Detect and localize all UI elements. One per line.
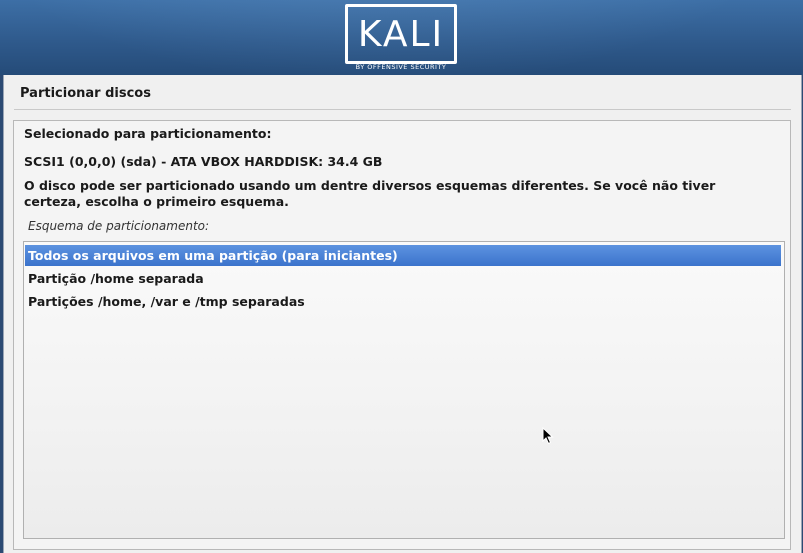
installer-screen: KALI BY OFFENSIVE SECURITY Particionar d…	[0, 0, 803, 553]
mouse-cursor-icon	[542, 427, 554, 445]
installer-panel: Particionar discos Selecionado para part…	[3, 75, 802, 553]
content-frame: Selecionado para particionamento: SCSI1 …	[13, 120, 791, 550]
partition-scheme-list[interactable]: Todos os arquivos em uma partição (para …	[23, 241, 785, 539]
kali-logo: KALI BY OFFENSIVE SECURITY	[345, 4, 457, 71]
page-title: Particionar discos	[20, 86, 151, 101]
disk-info: SCSI1 (0,0,0) (sda) - ATA VBOX HARDDISK:…	[24, 154, 383, 169]
partition-prompt: O disco pode ser particionado usando um …	[24, 178, 716, 209]
header-banner: KALI BY OFFENSIVE SECURITY	[0, 0, 803, 75]
list-item-separate-home-var-tmp[interactable]: Partições /home, /var e /tmp separadas	[25, 291, 781, 312]
list-item-separate-home[interactable]: Partição /home separada	[25, 268, 781, 289]
schema-label: Esquema de particionamento:	[28, 219, 210, 233]
list-item-all-in-one[interactable]: Todos os arquivos em uma partição (para …	[25, 245, 781, 266]
title-divider	[14, 109, 791, 110]
logo-text: KALI	[357, 14, 445, 55]
logo-frame: KALI	[345, 4, 457, 64]
logo-subtitle: BY OFFENSIVE SECURITY	[355, 63, 447, 71]
selected-heading: Selecionado para particionamento:	[24, 126, 272, 141]
